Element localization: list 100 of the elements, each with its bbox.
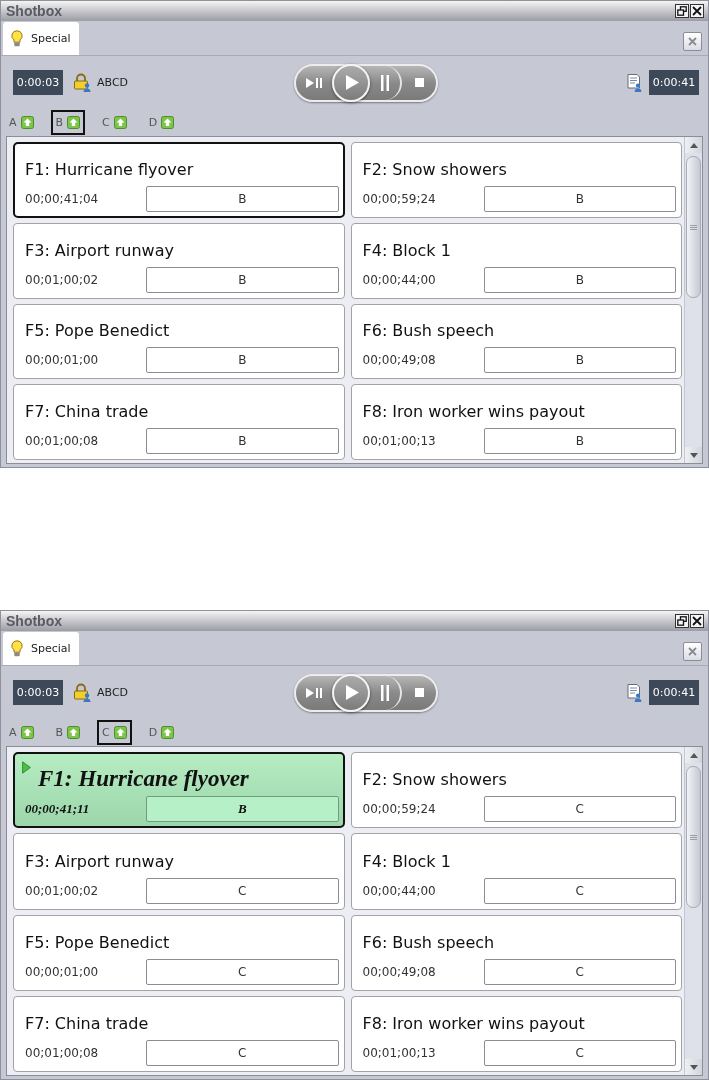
arrow-tile-icon xyxy=(67,116,81,129)
tab[interactable]: Special xyxy=(3,632,79,665)
cue-timecode: 00;01;00;13 xyxy=(362,1046,437,1060)
stop-icon xyxy=(414,688,424,697)
cue-card[interactable]: F5: Pope Benedict 00;00;01;00 C xyxy=(13,914,345,991)
play-pause-icon xyxy=(306,77,322,88)
document-user-icon xyxy=(627,683,642,702)
window-title: Shotbox xyxy=(6,613,62,629)
close-tab-button[interactable] xyxy=(683,642,702,661)
scroll-up-button[interactable] xyxy=(685,747,702,763)
restore-button[interactable] xyxy=(675,4,689,18)
cue-card[interactable]: F4: Block 1 00;00;44;00 C xyxy=(350,833,682,910)
close-icon xyxy=(692,616,702,626)
bank-field: C xyxy=(483,877,676,904)
close-button[interactable] xyxy=(690,614,704,628)
cue-card[interactable]: F1: Hurricane flyover 00;00;41;11 B xyxy=(13,752,345,829)
bank-button[interactable]: B xyxy=(50,110,86,135)
cue-title: F2: Snow showers xyxy=(362,158,507,181)
cue-title: F1: Hurricane flyover xyxy=(38,765,249,793)
bank-field: C xyxy=(146,958,339,985)
cue-title: F7: China trade xyxy=(25,401,149,423)
lock-label: ABCD xyxy=(97,686,129,699)
play-icon xyxy=(22,761,31,775)
bank-field: C xyxy=(483,958,676,985)
cue-card[interactable]: F4: Block 1 00;00;44;00 B xyxy=(350,222,682,299)
bank-field: B xyxy=(483,266,676,293)
scrollbar-track[interactable] xyxy=(684,137,702,463)
document-user-icon xyxy=(627,73,642,92)
up-arrow-icon xyxy=(689,752,698,758)
grip-icon xyxy=(690,834,697,840)
scroll-up-button[interactable] xyxy=(685,137,702,153)
cue-card[interactable]: F5: Pope Benedict 00;00;01;00 B xyxy=(13,303,345,380)
cue-title: F5: Pope Benedict xyxy=(25,320,170,343)
close-icon xyxy=(692,6,702,16)
arrow-tile-icon xyxy=(113,116,127,129)
cue-card[interactable]: F2: Snow showers 00;00;59;24 B xyxy=(350,142,682,218)
bank-button[interactable]: C xyxy=(97,110,132,135)
scrollbar-thumb[interactable] xyxy=(686,766,701,908)
arrow-tile-icon xyxy=(161,116,175,129)
cue-title: F6: Bush speech xyxy=(362,320,495,343)
cue-timecode: 00;01;00;02 xyxy=(25,272,100,287)
scrollbar-thumb[interactable] xyxy=(686,156,701,298)
cue-timecode: 00;00;59;24 xyxy=(362,802,437,817)
cue-timecode: 00;01;00;02 xyxy=(25,883,100,898)
bank-field: C xyxy=(483,1040,676,1066)
tab[interactable]: Special xyxy=(3,22,79,55)
remaining-time-display: 0:00:41 xyxy=(649,70,699,95)
bank-button[interactable]: A xyxy=(4,720,39,745)
play-icon xyxy=(346,75,359,90)
cue-title: F3: Airport runway xyxy=(25,239,174,262)
scroll-down-button[interactable] xyxy=(685,1059,702,1075)
cue-title: F4: Block 1 xyxy=(362,850,451,873)
cue-title: F8: Iron worker wins payout xyxy=(362,1013,585,1035)
bank-button[interactable]: A xyxy=(4,110,39,135)
cue-timecode: 00;00;44;00 xyxy=(362,883,437,898)
cue-card[interactable]: F3: Airport runway 00;01;00;02 C xyxy=(13,833,345,910)
lock-label: ABCD xyxy=(97,76,129,89)
cue-title: F3: Airport runway xyxy=(25,850,174,873)
up-arrow-icon xyxy=(689,142,698,148)
cue-timecode: 00;01;00;08 xyxy=(25,1046,100,1060)
cue-card[interactable]: F8: Iron worker wins payout 00;01;00;13 C xyxy=(350,995,682,1072)
bank-field: B xyxy=(146,428,339,454)
play-button[interactable] xyxy=(332,673,370,712)
down-arrow-icon xyxy=(689,452,698,458)
bank-field: C xyxy=(146,1040,339,1066)
scrollbar-track[interactable] xyxy=(684,747,702,1075)
cue-card[interactable]: F7: China trade 00;01;00;08 B xyxy=(13,384,345,460)
bank-button[interactable]: D xyxy=(143,110,180,135)
close-tab-button[interactable] xyxy=(683,32,702,51)
bank-button[interactable]: C xyxy=(97,720,132,745)
arrow-tile-icon xyxy=(161,726,175,739)
bank-field: B xyxy=(146,185,339,212)
bank-button[interactable]: D xyxy=(143,720,180,745)
lightbulb-icon xyxy=(11,30,23,47)
cue-title: F4: Block 1 xyxy=(362,239,451,262)
cue-card[interactable]: F1: Hurricane flyover 00;00;41;04 B xyxy=(13,142,345,218)
bank-field: B xyxy=(146,347,339,374)
cue-timecode: 00;00;01;00 xyxy=(25,353,100,368)
cue-title: F2: Snow showers xyxy=(362,769,507,792)
lock-user-icon xyxy=(73,73,91,92)
bank-field: B xyxy=(146,796,339,823)
close-button[interactable] xyxy=(690,4,704,18)
down-arrow-icon xyxy=(689,1064,698,1070)
restore-icon xyxy=(677,616,687,626)
arrow-tile-icon xyxy=(20,726,34,739)
bank-button[interactable]: B xyxy=(50,720,86,745)
cue-timecode: 00;00;41;04 xyxy=(25,191,100,206)
elapsed-time-display: 0:00:03 xyxy=(13,680,63,705)
cue-card[interactable]: F7: China trade 00;01;00;08 C xyxy=(13,995,345,1072)
cue-card[interactable]: F8: Iron worker wins payout 00;01;00;13 B xyxy=(350,384,682,460)
cue-timecode: 00;00;59;24 xyxy=(362,191,437,206)
restore-button[interactable] xyxy=(675,614,689,628)
cue-card[interactable]: F2: Snow showers 00;00;59;24 C xyxy=(350,752,682,829)
cue-card[interactable]: F6: Bush speech 00;00;49;08 C xyxy=(350,914,682,991)
play-button[interactable] xyxy=(332,63,370,102)
cue-card[interactable]: F3: Airport runway 00;01;00;02 B xyxy=(13,222,345,299)
cue-card[interactable]: F6: Bush speech 00;00;49;08 B xyxy=(350,303,682,380)
cue-timecode: 00;00;49;08 xyxy=(362,964,437,979)
bank-field: B xyxy=(146,266,339,293)
scroll-down-button[interactable] xyxy=(685,447,702,463)
